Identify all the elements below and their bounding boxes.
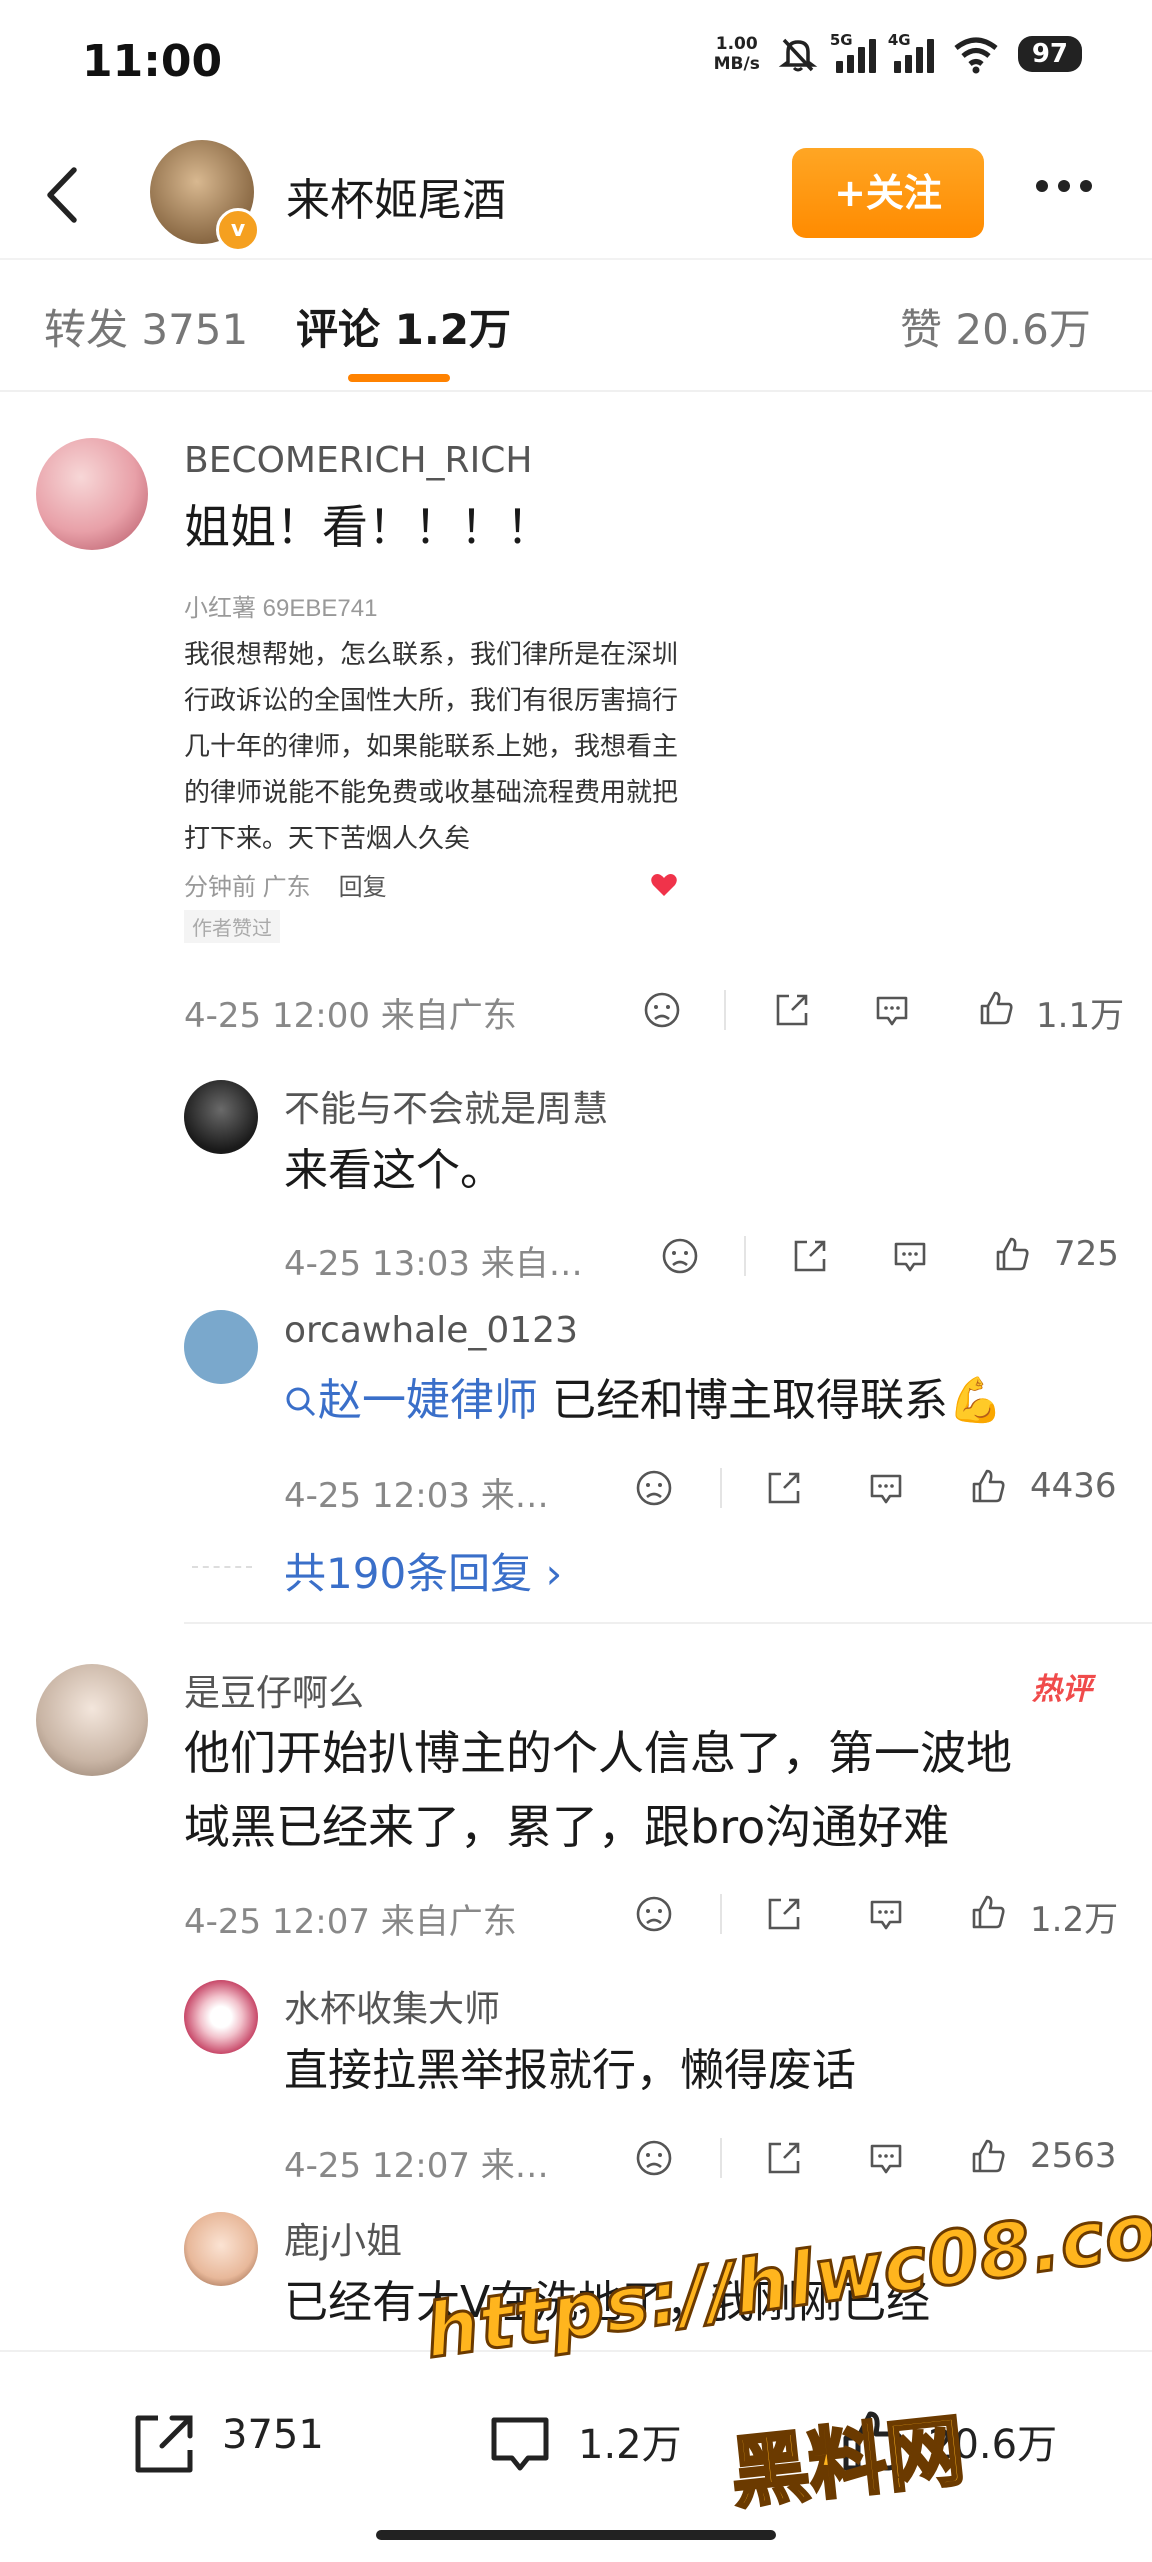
thumbs-up-icon[interactable] bbox=[968, 1892, 1008, 1932]
back-arrow-icon[interactable] bbox=[40, 160, 84, 230]
dislike-face-icon[interactable] bbox=[634, 1468, 674, 1508]
comment-count[interactable]: 1.2万 bbox=[578, 2412, 682, 2470]
comment-meta: 4-25 12:00 来自广东 bbox=[184, 996, 517, 1036]
wifi-icon bbox=[954, 37, 998, 74]
separator bbox=[720, 1468, 722, 1508]
like-count: 725 bbox=[1054, 1234, 1119, 1274]
comment-icon[interactable] bbox=[484, 2408, 556, 2480]
reply-username[interactable]: 水杯收集大师 bbox=[284, 1980, 500, 2032]
reply-avatar[interactable] bbox=[184, 2212, 258, 2286]
tab-reposts[interactable]: 转发 3751 bbox=[44, 296, 248, 357]
comment-bubble-icon[interactable] bbox=[866, 1894, 906, 1934]
mute-bell-icon bbox=[778, 38, 818, 72]
embed-reply: 回复 bbox=[338, 874, 387, 901]
embed-line: 打下来。天下苦烟人久矣 bbox=[184, 823, 471, 853]
author-name[interactable]: 来杯姬尾酒 bbox=[286, 164, 506, 228]
embedded-screenshot[interactable]: 小红薯 69EBE741 我很想帮她，怎么联系，我们律所是在深圳 行政诉讼的全国… bbox=[184, 588, 678, 948]
reply-username[interactable]: 不能与不会就是周慧 bbox=[284, 1080, 608, 1132]
net-speed: 1.00 MB/s bbox=[713, 34, 760, 74]
reply-meta: 4-25 13:03 来自… bbox=[284, 1244, 583, 1284]
separator bbox=[720, 2138, 722, 2178]
embed-author-liked: 作者赞过 bbox=[184, 910, 280, 943]
comment-meta: 4-25 12:07 来自广东 bbox=[184, 1902, 517, 1942]
more-options-icon[interactable] bbox=[1036, 180, 1092, 192]
battery-indicator: 97 bbox=[1017, 36, 1082, 72]
comment-divider bbox=[184, 1622, 1152, 1624]
thumbs-up-icon[interactable] bbox=[968, 2136, 1008, 2176]
heart-icon bbox=[651, 873, 677, 896]
share-icon[interactable] bbox=[772, 990, 812, 1030]
status-time: 11:00 bbox=[82, 36, 223, 87]
separator bbox=[720, 1894, 722, 1934]
signal-4g-icon: 4G bbox=[888, 31, 934, 73]
like-count: 4436 bbox=[1030, 1466, 1117, 1506]
comment-username[interactable]: BECOMERICH_RICH bbox=[184, 440, 532, 481]
verified-badge-icon: v bbox=[216, 208, 260, 252]
comment-avatar[interactable] bbox=[36, 438, 148, 550]
comment-bubble-icon[interactable] bbox=[866, 2138, 906, 2178]
share-icon[interactable] bbox=[764, 1894, 804, 1934]
status-bar: 11:00 1.00 MB/s 5G 4G 97 bbox=[0, 0, 1152, 120]
comment-bubble-icon[interactable] bbox=[890, 1236, 930, 1276]
reply-avatar[interactable] bbox=[184, 1980, 258, 2054]
share-icon[interactable] bbox=[790, 1236, 830, 1276]
search-icon bbox=[286, 1387, 316, 1417]
embed-line: 行政诉讼的全国性大所，我们有很厉害搞行 bbox=[184, 685, 678, 715]
signal-5g-icon: 5G bbox=[830, 31, 876, 73]
thumbs-up-icon[interactable] bbox=[968, 1466, 1008, 1506]
thumbs-up-icon[interactable] bbox=[976, 988, 1016, 1028]
comment-bubble-icon[interactable] bbox=[872, 990, 912, 1030]
reply-guide-line bbox=[192, 1566, 252, 1570]
dislike-face-icon[interactable] bbox=[660, 1236, 700, 1276]
reply-text: 来看这个。 bbox=[284, 1145, 504, 1196]
embed-line: 我很想帮她，怎么联系，我们律所是在深圳 bbox=[184, 639, 678, 669]
comment-text-line1: 他们开始扒博主的个人信息了，第一波地 bbox=[184, 1726, 1012, 1780]
share-icon[interactable] bbox=[764, 1468, 804, 1508]
comment-avatar[interactable] bbox=[36, 1664, 148, 1776]
reply-avatar[interactable] bbox=[184, 1080, 258, 1154]
share-icon[interactable] bbox=[764, 2138, 804, 2178]
reply-meta: 4-25 12:07 来… bbox=[284, 2146, 549, 2186]
like-count: 1.2万 bbox=[1030, 1900, 1119, 1940]
embed-header: 小红薯 69EBE741 bbox=[184, 595, 378, 622]
comment-text-line2: 域黑已经来了，累了，跟bro沟通好难 bbox=[184, 1800, 950, 1854]
tab-likes[interactable]: 赞 20.6万 bbox=[900, 296, 1091, 357]
reply-meta: 4-25 12:03 来… bbox=[284, 1476, 549, 1516]
tab-active-indicator bbox=[348, 374, 450, 382]
comment-username[interactable]: 是豆仔啊么 bbox=[184, 1664, 364, 1716]
more-replies-link[interactable]: 共190条回复 › bbox=[284, 1540, 562, 1601]
like-count: 1.1万 bbox=[1036, 996, 1125, 1036]
comment-text: 姐姐！看！！！！ bbox=[184, 500, 552, 554]
repost-count[interactable]: 3751 bbox=[222, 2412, 324, 2458]
embed-line: 的律师说能不能免费或收基础流程费用就把 bbox=[184, 777, 678, 807]
comment-bubble-icon[interactable] bbox=[866, 1468, 906, 1508]
embed-meta: 分钟前 广东 bbox=[184, 874, 311, 901]
search-link[interactable]: 赵一婕律师 bbox=[284, 1375, 538, 1426]
dislike-face-icon[interactable] bbox=[634, 2138, 674, 2178]
watermark-url: https://hlwc08.com bbox=[419, 2175, 1152, 2377]
hot-comment-badge: 热评 bbox=[1032, 1672, 1092, 1707]
follow-button[interactable]: +关注 bbox=[792, 148, 984, 238]
reply-username[interactable]: orcawhale_0123 bbox=[284, 1310, 578, 1351]
thumbs-up-icon[interactable] bbox=[992, 1234, 1032, 1274]
separator bbox=[744, 1236, 746, 1276]
reply-username[interactable]: 鹿j小姐 bbox=[284, 2212, 402, 2264]
home-indicator[interactable] bbox=[376, 2530, 776, 2540]
dislike-face-icon[interactable] bbox=[634, 1894, 674, 1934]
reply-avatar[interactable] bbox=[184, 1310, 258, 1384]
tabs-divider bbox=[0, 390, 1152, 392]
dislike-face-icon[interactable] bbox=[642, 990, 682, 1030]
header-divider bbox=[0, 258, 1152, 260]
separator bbox=[724, 990, 726, 1030]
reply-text: 直接拉黑举报就行，懒得废话 bbox=[284, 2045, 856, 2096]
like-count: 2563 bbox=[1030, 2136, 1117, 2176]
repost-icon[interactable] bbox=[128, 2408, 200, 2480]
tab-comments[interactable]: 评论 1.2万 bbox=[296, 296, 511, 357]
reply-text: 赵一婕律师 已经和博主取得联系💪 bbox=[284, 1368, 1003, 1434]
embed-line: 几十年的律师，如果能联系上她，我想看主 bbox=[184, 731, 678, 761]
status-icons: 1.00 MB/s 5G 4G 97 bbox=[713, 31, 1082, 74]
